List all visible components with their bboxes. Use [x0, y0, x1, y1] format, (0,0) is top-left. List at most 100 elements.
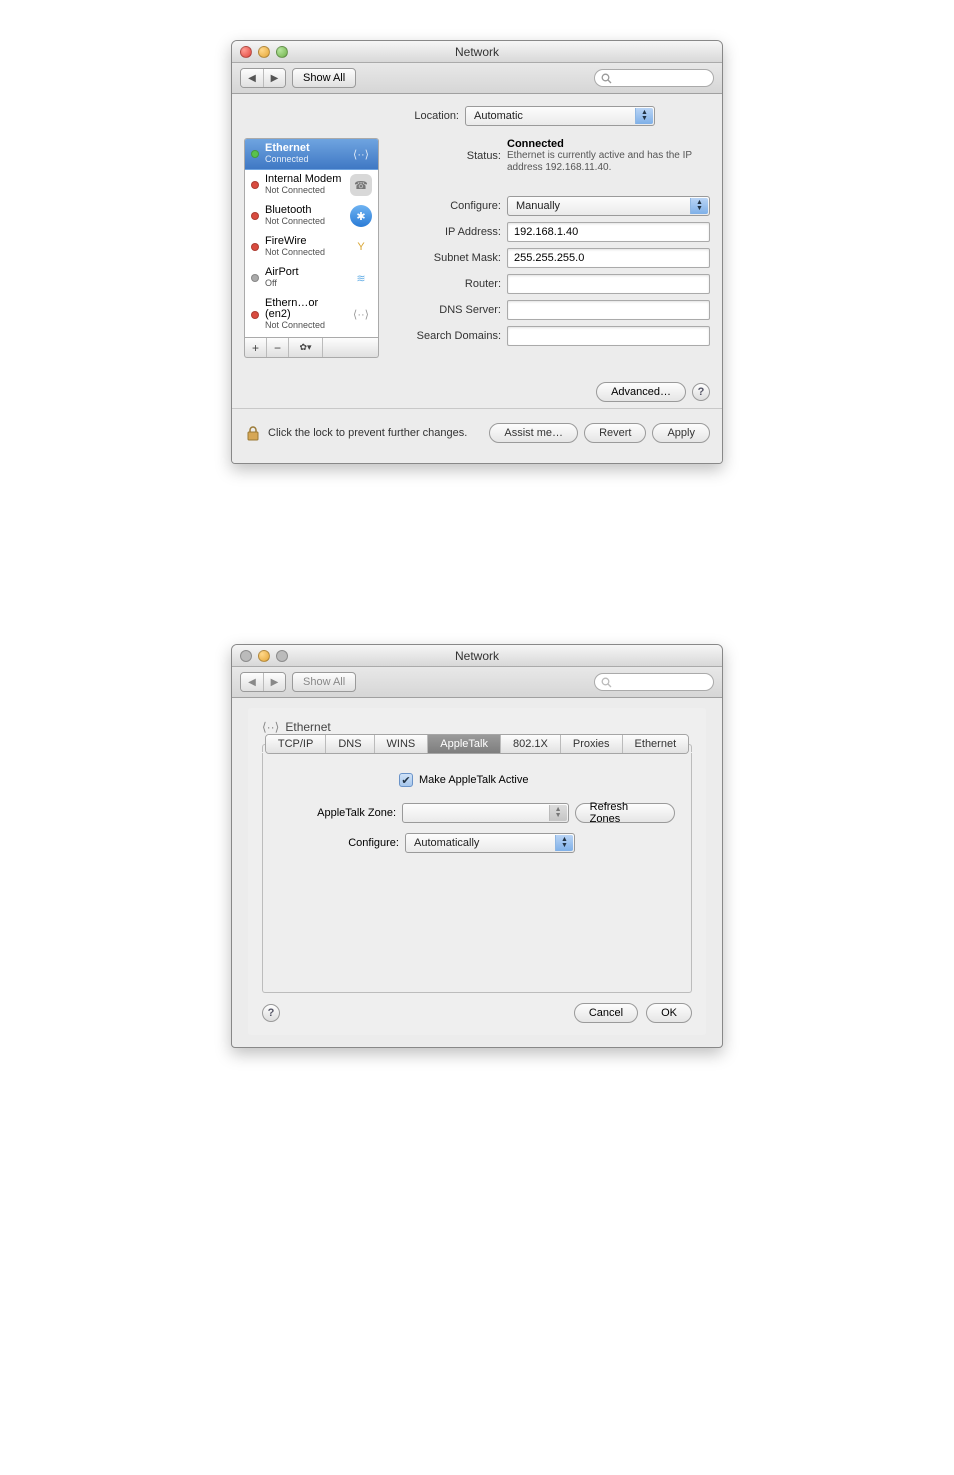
add-service-button[interactable]: + [245, 338, 267, 357]
service-sub: Not Connected [265, 216, 325, 227]
configure-value: Manually [516, 200, 560, 212]
subnet-label: Subnet Mask: [391, 252, 501, 264]
tab-tcpip[interactable]: TCP/IP [266, 735, 325, 753]
appletalk-zone-select[interactable]: ▲▼ [402, 803, 569, 823]
titlebar: Network [232, 645, 722, 667]
service-sub: Not Connected [265, 185, 341, 196]
search-domains-input[interactable] [507, 326, 710, 346]
titlebar[interactable]: Network [232, 41, 722, 63]
ethernet-icon: ⟨··⟩ [350, 143, 372, 165]
tab-8021x[interactable]: 802.1X [500, 735, 560, 753]
status-dot-icon [251, 181, 259, 189]
service-name: Bluetooth [265, 205, 325, 216]
ethernet-icon: ⟨··⟩ [262, 720, 279, 734]
wifi-icon: ≋ [350, 267, 372, 289]
revert-button[interactable]: Revert [584, 423, 646, 443]
back-button[interactable]: ◀ [241, 69, 263, 87]
toolbar: ◀ ▶ Show All [232, 63, 722, 94]
service-sub: Not Connected [265, 247, 325, 258]
lock-text: Click the lock to prevent further change… [268, 427, 467, 439]
search-field[interactable] [594, 69, 714, 87]
stepper-icon: ▲▼ [549, 805, 567, 821]
dns-input[interactable] [507, 300, 710, 320]
configure-select[interactable]: Manually ▲▼ [507, 196, 710, 216]
location-value: Automatic [474, 110, 523, 122]
assist-me-button[interactable]: Assist me… [489, 423, 578, 443]
configure-label: Configure: [279, 837, 399, 849]
remove-service-button[interactable]: − [267, 338, 289, 357]
status-dot-icon [251, 311, 259, 319]
service-item-airport[interactable]: AirPort Off ≋ [245, 263, 378, 294]
ip-label: IP Address: [391, 226, 501, 238]
service-name: FireWire [265, 236, 325, 247]
dns-label: DNS Server: [391, 304, 501, 316]
tab-wins[interactable]: WINS [374, 735, 428, 753]
modem-icon: ☎ [350, 174, 372, 196]
make-appletalk-active-label: Make AppleTalk Active [419, 774, 528, 786]
apply-button[interactable]: Apply [652, 423, 710, 443]
advanced-button[interactable]: Advanced… [596, 382, 686, 402]
ok-button[interactable]: OK [646, 1003, 692, 1023]
stepper-icon: ▲▼ [555, 835, 573, 851]
search-domains-label: Search Domains: [391, 330, 501, 342]
location-label: Location: [299, 110, 459, 122]
toolbar: ◀ ▶ Show All [232, 667, 722, 698]
service-name: Ethernet [265, 143, 310, 154]
service-sub: Off [265, 278, 299, 289]
tab-proxies[interactable]: Proxies [560, 735, 622, 753]
configure-label: Configure: [391, 200, 501, 212]
sheet-interface-name: Ethernet [285, 720, 330, 734]
cancel-button[interactable]: Cancel [574, 1003, 638, 1023]
services-list-footer: + − ✿▾ [244, 338, 379, 358]
tab-ethernet[interactable]: Ethernet [622, 735, 689, 753]
status-dot-icon [251, 243, 259, 251]
subnet-input[interactable]: 255.255.255.0 [507, 248, 710, 268]
actions-gear-button[interactable]: ✿▾ [289, 338, 323, 357]
service-name: AirPort [265, 267, 299, 278]
service-item-bluetooth[interactable]: Bluetooth Not Connected ✱ [245, 201, 378, 232]
status-desc: Ethernet is currently active and has the… [507, 150, 707, 174]
help-button[interactable]: ? [262, 1004, 280, 1022]
service-name: Internal Modem [265, 174, 341, 185]
stepper-icon: ▲▼ [635, 108, 653, 124]
status-value: Connected [507, 138, 707, 150]
status-dot-icon [251, 212, 259, 220]
ethernet-icon: ⟨··⟩ [350, 304, 372, 326]
service-item-ethernet-en2[interactable]: Ethern…or (en2) Not Connected ⟨··⟩ [245, 294, 378, 336]
refresh-zones-button[interactable]: Refresh Zones [575, 803, 675, 823]
help-button[interactable]: ? [692, 383, 710, 401]
status-dot-icon [251, 150, 259, 158]
bluetooth-icon: ✱ [350, 205, 372, 227]
make-appletalk-active-checkbox[interactable]: ✔ [399, 773, 413, 787]
forward-button[interactable]: ▶ [263, 69, 285, 87]
tab-appletalk[interactable]: AppleTalk [427, 735, 500, 753]
search-icon [601, 73, 612, 84]
network-prefs-window: Network ◀ ▶ Show All Location: Automatic… [231, 40, 723, 464]
services-list[interactable]: Ethernet Connected ⟨··⟩ Internal Modem N… [244, 138, 379, 338]
location-select[interactable]: Automatic ▲▼ [465, 106, 655, 126]
appletalk-zone-label: AppleTalk Zone: [279, 807, 396, 819]
ip-input[interactable]: 192.168.1.40 [507, 222, 710, 242]
firewire-icon: Y [350, 236, 372, 258]
tab-dns[interactable]: DNS [325, 735, 373, 753]
forward-button: ▶ [263, 673, 285, 691]
router-input[interactable] [507, 274, 710, 294]
status-dot-icon [251, 274, 259, 282]
service-sub: Connected [265, 154, 310, 165]
service-name: Ethern…or (en2) [265, 298, 344, 320]
service-item-ethernet[interactable]: Ethernet Connected ⟨··⟩ [245, 139, 378, 170]
router-label: Router: [391, 278, 501, 290]
window-title: Network [232, 45, 722, 59]
window-title: Network [232, 649, 722, 663]
service-item-firewire[interactable]: FireWire Not Connected Y [245, 232, 378, 263]
status-label: Status: [391, 150, 501, 162]
lock-icon[interactable] [244, 424, 262, 442]
configure-select[interactable]: Automatically ▲▼ [405, 833, 575, 853]
service-sub: Not Connected [265, 320, 344, 331]
stepper-icon: ▲▼ [690, 198, 708, 214]
service-item-modem[interactable]: Internal Modem Not Connected ☎ [245, 170, 378, 201]
show-all-button[interactable]: Show All [292, 68, 356, 88]
network-prefs-window-sheet: Network ◀ ▶ Show All [231, 644, 723, 1048]
tab-content-appletalk: ✔ Make AppleTalk Active AppleTalk Zone: … [262, 753, 692, 993]
show-all-button: Show All [292, 672, 356, 692]
